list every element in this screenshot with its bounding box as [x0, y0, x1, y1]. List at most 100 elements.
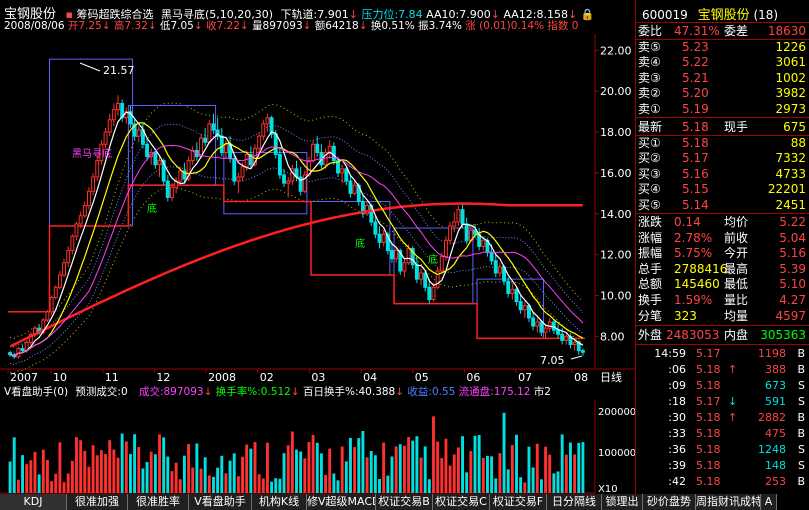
indicator-tab[interactable]: 周指财讯成特解	[696, 494, 761, 510]
time-axis-label: 07	[518, 371, 532, 384]
candle-body	[107, 119, 112, 133]
ask-row[interactable]: 卖③ 5.21 1002	[636, 71, 809, 86]
volume-bar	[66, 473, 70, 493]
volume-bar	[29, 460, 33, 493]
bid-row[interactable]: 买① 5.18 88	[636, 136, 809, 151]
candle-body	[240, 166, 245, 178]
volume-bar	[502, 412, 506, 493]
volume-bar	[290, 431, 294, 493]
quote-panel: 600019 宝钢股份 (18) 委比 47.31% 委差 18630 卖⑤ 5.…	[635, 0, 809, 494]
tick-side: B	[797, 411, 805, 424]
volume-bar	[299, 451, 303, 493]
candle-body	[448, 225, 453, 241]
tick-row: :30 5.18 ↑ 2882 B	[636, 410, 809, 425]
bid-row[interactable]: 买⑤ 5.14 2451	[636, 198, 809, 213]
candle-body	[419, 272, 423, 280]
candle-body	[111, 109, 116, 121]
volume-bar	[581, 442, 585, 493]
stat-value: 4.27	[779, 293, 806, 307]
tick-time: :30	[668, 411, 686, 424]
volume-bar	[75, 437, 78, 493]
volume-title[interactable]: V看盘助手(0)	[4, 386, 68, 398]
tick-row: :18 5.17 ↓ 591 S	[636, 394, 809, 409]
volume-bar	[515, 434, 518, 493]
volume-bar	[390, 456, 394, 493]
bid-row[interactable]: 买② 5.17 7332	[636, 151, 809, 166]
indicator-tab[interactable]: 权证交易F	[490, 494, 547, 510]
time-axis-label: 02	[260, 371, 274, 384]
stat-label: 振幅	[638, 246, 663, 261]
volume-bar	[120, 433, 124, 493]
volume-header: V看盘助手(0) 预测成交:0 成交:897093↓ 换手率%:0.512↓ 百…	[0, 384, 595, 400]
tick-volume: 253	[765, 475, 786, 488]
stat-value: 5.39	[779, 261, 806, 276]
bid-volume: 7332	[775, 151, 806, 166]
ask-price: 5.19	[682, 101, 709, 116]
volume-bar	[548, 454, 552, 493]
volume-bar	[539, 479, 543, 493]
indicator-tab[interactable]: 很准胜率	[128, 494, 189, 510]
volume-bar	[203, 457, 207, 493]
candle-body	[402, 262, 407, 272]
bid-row[interactable]: 买③ 5.16 4733	[636, 167, 809, 182]
indicator-tab[interactable]: 砂价盘势	[643, 494, 696, 510]
indicator-tab[interactable]: 机构K线	[252, 494, 307, 510]
volume-bar	[531, 467, 535, 493]
tick-row: :36 5.18 1248 S	[636, 442, 809, 457]
candle-body	[547, 321, 552, 329]
price-axis-label: 16.00	[600, 167, 632, 180]
candle-body	[572, 341, 577, 345]
volume-bar	[141, 468, 145, 493]
volume-bar	[282, 453, 286, 493]
volume-bar	[382, 442, 386, 493]
candle-body	[219, 135, 224, 153]
volume-bar	[357, 438, 361, 493]
indicator-tab[interactable]: 锁理出	[602, 494, 643, 510]
volume-axis-100000: 100000	[598, 448, 635, 459]
price-chart[interactable]: 22.0020.0018.0016.0014.0012.0010.008.00 …	[0, 0, 635, 385]
indicator-tab[interactable]: 修V超级MACD	[307, 494, 376, 510]
outer-value: 2483053	[666, 328, 720, 342]
candle-body	[522, 305, 527, 311]
volume-bar	[365, 457, 369, 493]
volume-bar	[552, 473, 556, 493]
candle-body	[165, 180, 170, 198]
volume-bar	[249, 448, 253, 493]
volume-bar	[556, 471, 560, 493]
candle-body	[286, 180, 291, 184]
indicator-tab[interactable]: V看盘助手	[189, 494, 252, 510]
indicator-tab[interactable]: 很准加强	[67, 494, 128, 510]
candle-body	[78, 215, 83, 225]
indicator-tab[interactable]: KDJ	[0, 494, 67, 510]
volume-bar	[8, 461, 12, 493]
indicator-tab[interactable]: 日分隔线	[547, 494, 602, 510]
bid-row[interactable]: 买④ 5.15 22201	[636, 182, 809, 197]
ask-row[interactable]: 卖② 5.20 3982	[636, 86, 809, 101]
volume-bar	[373, 455, 377, 493]
stat-label: 换手	[638, 293, 663, 307]
candle-body	[344, 168, 349, 182]
ask-row[interactable]: 卖① 5.19 2973	[636, 102, 809, 117]
volume-float: 流通盘:175.12	[458, 386, 531, 398]
volume-bar	[452, 454, 456, 493]
ask-row[interactable]: 卖④ 5.22 3061	[636, 55, 809, 70]
candle-body	[543, 327, 548, 333]
candle-body	[265, 117, 270, 125]
volume-axis-200000: 200000	[598, 407, 635, 418]
volume-bar	[99, 450, 103, 493]
indicator-tab[interactable]: 权证交易B	[376, 494, 433, 510]
indicator-tab[interactable]: 权证交易C	[433, 494, 490, 510]
last-row: 最新 5.18 现手 675	[636, 120, 809, 135]
ask-price: 5.21	[682, 70, 709, 85]
indicator-tab[interactable]: A	[761, 494, 777, 510]
period-label[interactable]: 日线	[600, 370, 622, 384]
stat-value: 5.16	[779, 246, 806, 261]
tick-row: 14:59 5.17 1198 B	[636, 346, 809, 361]
volume-chart[interactable]: 200000 100000 X10	[0, 400, 635, 494]
tick-side: S	[798, 395, 805, 408]
candle-body	[257, 135, 262, 149]
signal-label-4: 底	[355, 237, 365, 250]
stat-label: 均价	[724, 215, 749, 229]
ask-row[interactable]: 卖⑤ 5.23 1226	[636, 40, 809, 55]
volume-bar	[369, 451, 373, 493]
